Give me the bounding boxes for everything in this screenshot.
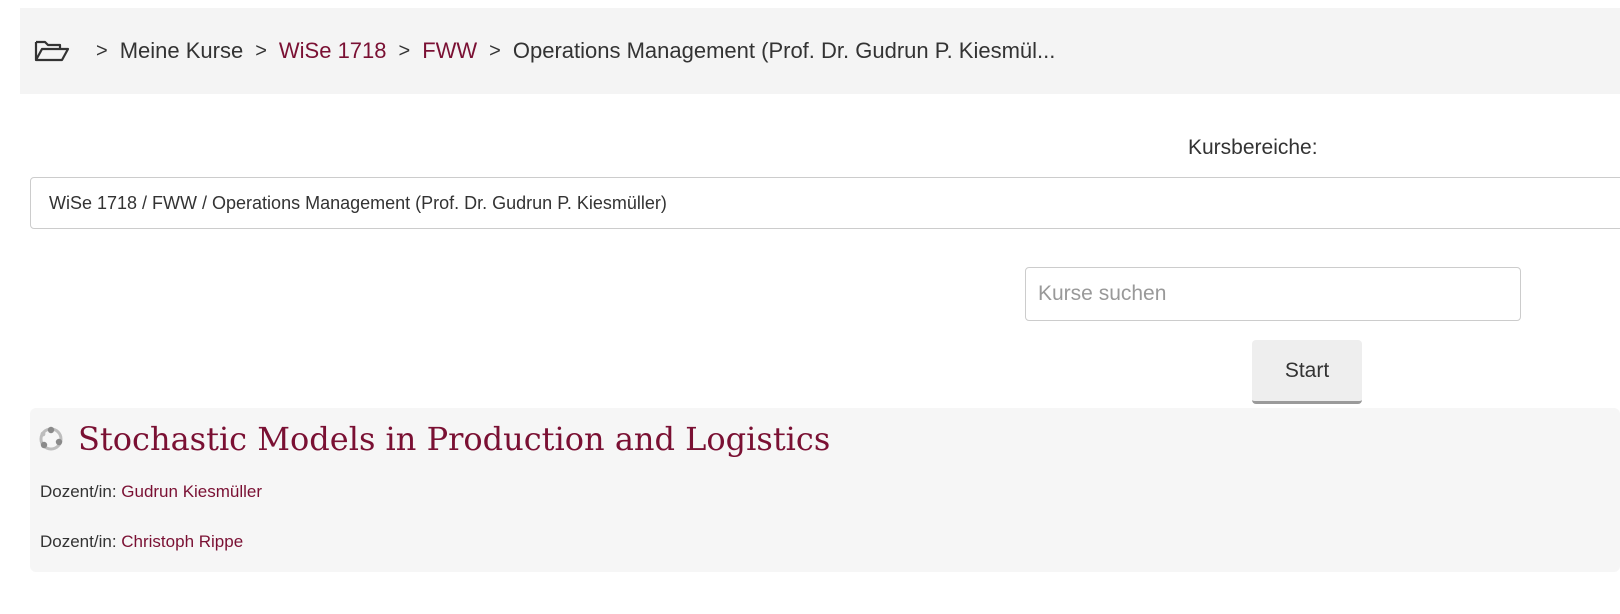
- course-title-link[interactable]: Stochastic Models in Production and Logi…: [78, 420, 830, 458]
- categories-label: Kursbereiche:: [1188, 136, 1318, 159]
- teacher-link[interactable]: Gudrun Kiesmüller: [121, 482, 262, 501]
- teacher-link[interactable]: Christoph Rippe: [121, 532, 243, 551]
- teacher-row: Dozent/in: Gudrun Kiesmüller: [40, 482, 262, 502]
- start-search-button[interactable]: Start: [1252, 340, 1362, 404]
- folder-open-icon[interactable]: [34, 39, 70, 63]
- breadcrumb-separator: >: [255, 39, 267, 62]
- breadcrumb-items: > Meine Kurse > WiSe 1718 > FWW > Operat…: [34, 38, 1055, 64]
- course-icon: [38, 426, 64, 452]
- category-select-value: WiSe 1718 / FWW / Operations Management …: [49, 192, 667, 213]
- course-title-row: Stochastic Models in Production and Logi…: [38, 420, 830, 458]
- breadcrumb-current-category: Operations Management (Prof. Dr. Gudrun …: [512, 38, 1056, 63]
- breadcrumb-wise-1718[interactable]: WiSe 1718: [279, 38, 387, 64]
- course-search-input[interactable]: [1025, 267, 1521, 321]
- breadcrumb-separator: >: [398, 39, 411, 62]
- course-list-item: Stochastic Models in Production and Logi…: [30, 408, 1620, 572]
- breadcrumb-separator: >: [96, 39, 108, 62]
- teacher-role: Dozent/in:: [40, 482, 122, 501]
- breadcrumb-fww[interactable]: FWW: [422, 38, 477, 64]
- teacher-role: Dozent/in:: [40, 532, 122, 551]
- breadcrumb-separator: >: [489, 39, 501, 62]
- page: > Meine Kurse > WiSe 1718 > FWW > Operat…: [0, 0, 1620, 614]
- teacher-row: Dozent/in: Christoph Rippe: [40, 532, 243, 552]
- breadcrumb: > Meine Kurse > WiSe 1718 > FWW > Operat…: [20, 8, 1620, 94]
- breadcrumb-my-courses[interactable]: Meine Kurse: [120, 38, 244, 64]
- category-select[interactable]: WiSe 1718 / FWW / Operations Management …: [30, 177, 1620, 229]
